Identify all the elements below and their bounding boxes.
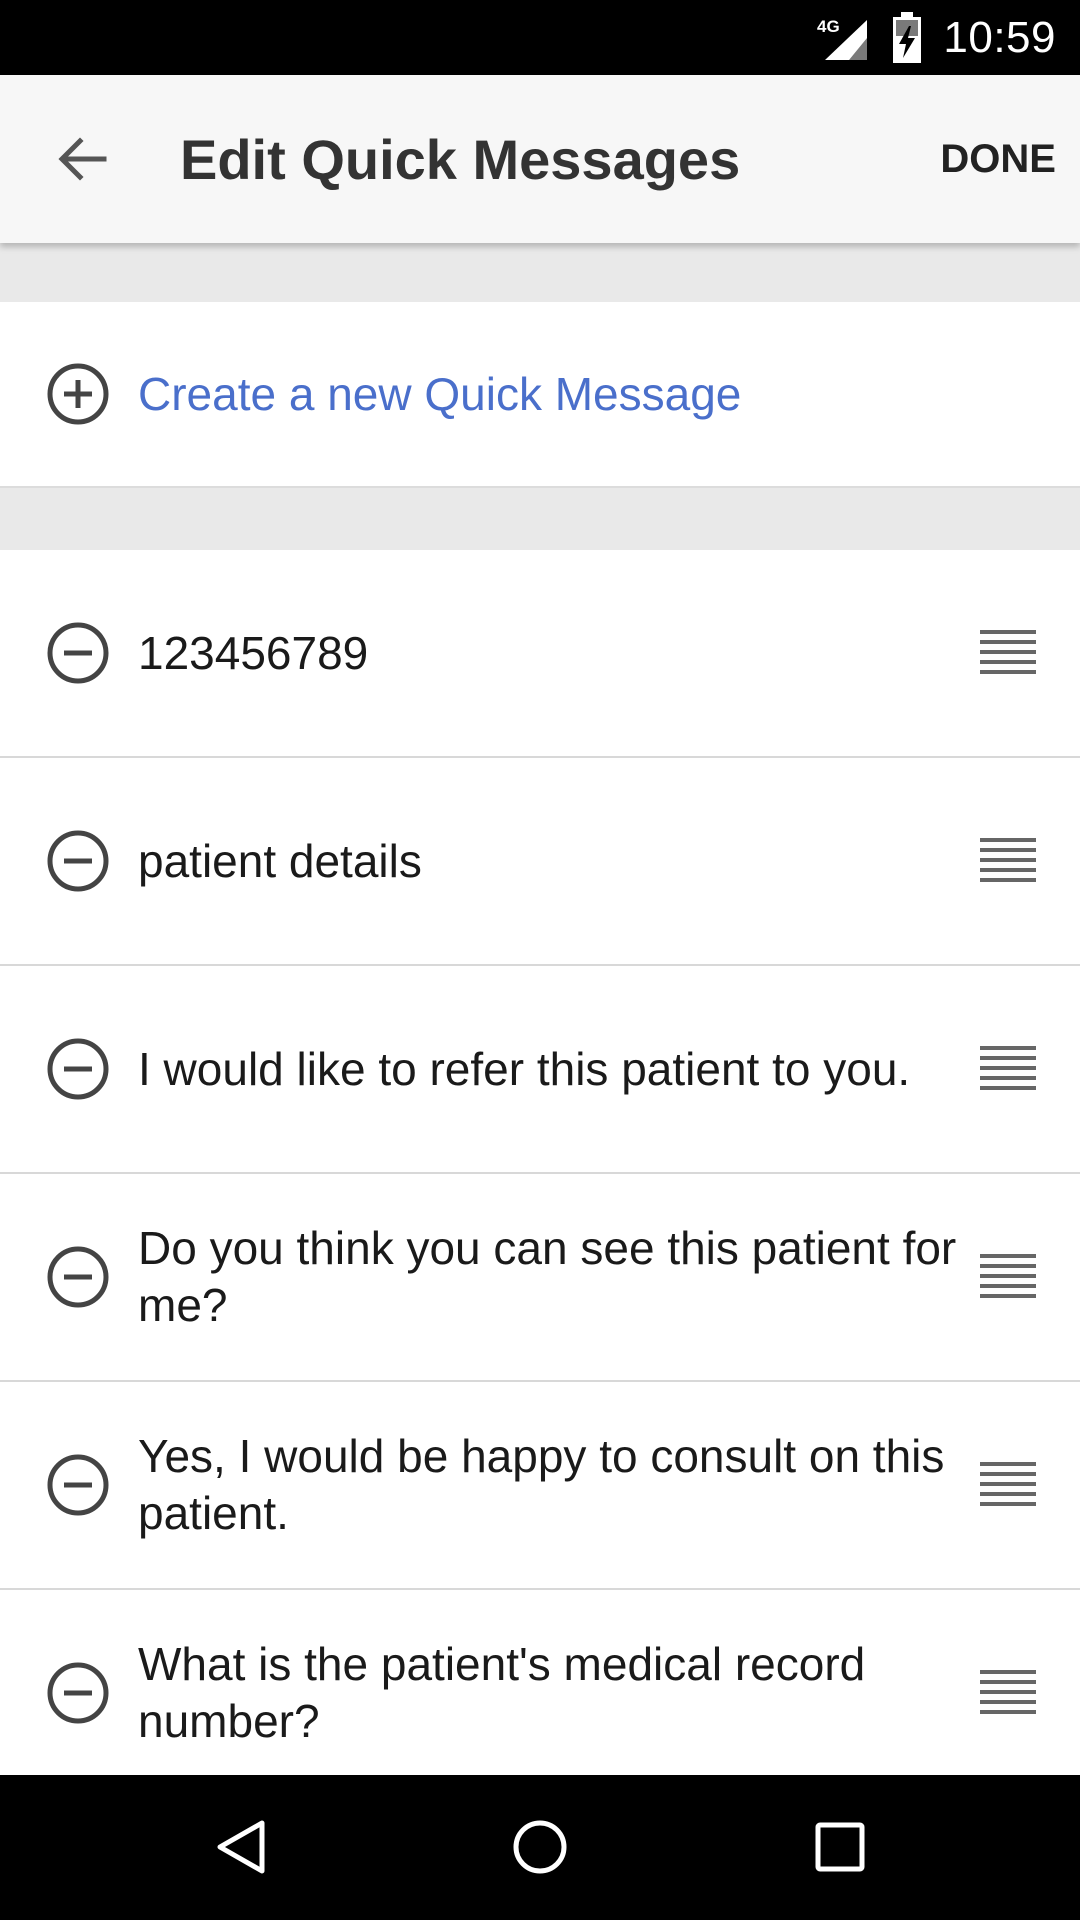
drag-handle-icon[interactable] [980,1670,1036,1714]
remove-circle-icon[interactable] [46,1037,110,1101]
quick-message-text[interactable]: I would like to refer this patient to yo… [138,966,958,1172]
quick-message-text[interactable]: 123456789 [138,550,958,756]
quick-message-text[interactable]: Do you think you can see this patient fo… [138,1174,958,1380]
drag-handle-icon[interactable] [980,1462,1036,1506]
page-title: Edit Quick Messages [180,127,741,191]
system-navigation-bar [0,1775,1080,1920]
home-circle-icon [513,1820,567,1874]
network-type-label: 4G [817,17,840,36]
drag-handle-icon[interactable] [980,1254,1036,1298]
nav-back-button[interactable] [190,1797,290,1897]
list-item: What is the patient's medical record num… [0,1590,1080,1799]
nav-recents-button[interactable] [790,1797,890,1897]
add-circle-icon [47,363,109,425]
done-button[interactable]: DONE [940,75,1056,243]
status-icons: 4G 10:59 [815,0,1056,75]
status-bar: 4G 10:59 [0,0,1080,75]
list-item: 123456789 [0,550,1080,759]
app-bar: Edit Quick Messages DONE [0,75,1080,243]
clock: 10:59 [943,12,1056,62]
arrow-back-icon [58,137,107,181]
remove-circle-icon[interactable] [46,1661,110,1725]
back-button[interactable] [42,119,122,199]
drag-handle-icon[interactable] [980,630,1036,674]
create-quick-message-button[interactable]: Create a new Quick Message [0,302,1080,488]
remove-circle-icon[interactable] [46,1245,110,1309]
recents-square-icon [815,1822,865,1872]
list-item: patient details [0,758,1080,967]
remove-circle-icon[interactable] [46,1453,110,1517]
section-divider [0,488,1080,550]
list-item: Do you think you can see this patient fo… [0,1174,1080,1383]
nav-home-button[interactable] [490,1797,590,1897]
create-quick-message-label: Create a new Quick Message [138,368,742,420]
quick-message-text[interactable]: What is the patient's medical record num… [138,1590,958,1796]
remove-circle-icon[interactable] [46,829,110,893]
remove-circle-icon[interactable] [46,621,110,685]
section-divider [0,243,1080,302]
list-item: Yes, I would be happy to consult on this… [0,1382,1080,1591]
signal-icon: 4G [817,17,868,60]
drag-handle-icon[interactable] [980,838,1036,882]
list-item: I would like to refer this patient to yo… [0,966,1080,1175]
quick-message-text[interactable]: patient details [138,758,958,964]
back-triangle-icon [217,1820,265,1874]
drag-handle-icon[interactable] [980,1046,1036,1090]
quick-message-text[interactable]: Yes, I would be happy to consult on this… [138,1382,958,1588]
battery-icon [893,11,922,63]
